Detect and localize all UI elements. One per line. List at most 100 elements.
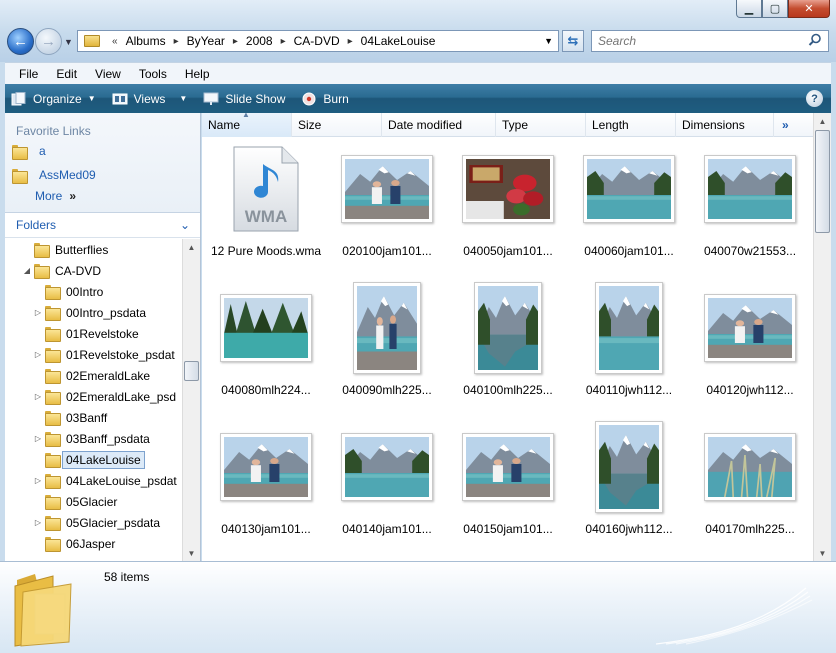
breadcrumb-segment[interactable]: ByYear xyxy=(185,34,227,48)
favorite-link-assmed09[interactable]: AssMed09 xyxy=(5,164,200,186)
breadcrumb-segment[interactable]: 04LakeLouise xyxy=(359,34,438,48)
breadcrumb-segment[interactable]: CA-DVD xyxy=(292,34,342,48)
file-list-scrollbar[interactable]: ▲ ▼ xyxy=(813,113,831,561)
folder-tree-item[interactable]: ▷ 00Intro_psdata xyxy=(5,302,183,323)
column-header-size[interactable]: Size xyxy=(292,113,382,137)
scrollbar-thumb[interactable] xyxy=(815,130,830,233)
folder-tree-item[interactable]: ▷ 01Revelstoke_psdat xyxy=(5,344,183,365)
file-item[interactable]: 040070w21553... xyxy=(690,139,810,278)
file-item[interactable]: 040050jam101... xyxy=(448,139,568,278)
collapsed-triangle-icon[interactable]: ▷ xyxy=(32,434,44,443)
menu-help[interactable]: Help xyxy=(176,67,219,81)
collapsed-triangle-icon[interactable]: ▷ xyxy=(32,350,44,359)
file-name: 040060jam101... xyxy=(584,244,674,258)
scroll-up-icon[interactable]: ▲ xyxy=(814,113,831,129)
file-item[interactable]: 020100jam101... xyxy=(327,139,447,278)
scroll-up-icon[interactable]: ▲ xyxy=(183,239,200,255)
folder-tree-item[interactable]: 05Glacier xyxy=(5,491,183,512)
photo-image xyxy=(708,298,792,358)
folder-tree-item[interactable]: ◢ CA-DVD xyxy=(5,260,183,281)
file-item[interactable]: 040060jam101... xyxy=(569,139,689,278)
column-header-date-modified[interactable]: Date modified xyxy=(382,113,496,137)
address-dropdown[interactable]: ▼ xyxy=(544,36,553,46)
scrollbar-thumb[interactable] xyxy=(184,361,199,381)
breadcrumb-separator-icon[interactable]: ▸ xyxy=(168,36,185,47)
photo-thumbnail xyxy=(462,433,554,501)
folder-icon xyxy=(44,431,61,447)
file-item[interactable]: 040170mlh225... xyxy=(690,417,810,556)
forward-button[interactable]: → xyxy=(35,28,62,55)
breadcrumb-separator-icon[interactable]: ▸ xyxy=(275,36,292,47)
favorite-link-a[interactable]: a xyxy=(5,140,200,162)
menu-file[interactable]: File xyxy=(10,67,47,81)
minimize-button[interactable]: ▁ xyxy=(736,0,762,18)
refresh-button[interactable]: ⇆ xyxy=(562,30,584,52)
slideshow-button[interactable]: Slide Show xyxy=(203,92,285,106)
file-item[interactable]: 040130jam101... xyxy=(206,417,326,556)
file-item[interactable]: 040150jam101... xyxy=(448,417,568,556)
collapsed-triangle-icon[interactable]: ▷ xyxy=(32,392,44,401)
favorite-links: Favorite Links a AssMed09 More » xyxy=(5,113,200,213)
folder-tree-item[interactable]: ▷ 04LakeLouise_psdat xyxy=(5,470,183,491)
file-item[interactable]: 040090mlh225... xyxy=(327,278,447,417)
more-columns-button[interactable]: » xyxy=(774,113,798,137)
folders-header[interactable]: Folders ⌄ xyxy=(5,213,200,238)
folder-tree-item[interactable]: ▷ 03Banff_psdata xyxy=(5,428,183,449)
column-header-dimensions[interactable]: Dimensions xyxy=(676,113,774,137)
wma-audio-file-icon: WMA xyxy=(233,146,299,232)
collapsed-triangle-icon[interactable]: ▷ xyxy=(32,308,44,317)
file-item[interactable]: 040120jwh112... xyxy=(690,278,810,417)
folder-tree-item[interactable]: ▷ 02EmeraldLake_psd xyxy=(5,386,183,407)
maximize-button[interactable]: ▢ xyxy=(762,0,788,18)
folder-tree-scrollbar[interactable]: ▲ ▼ xyxy=(182,239,200,561)
scroll-down-icon[interactable]: ▼ xyxy=(183,545,200,561)
scroll-down-icon[interactable]: ▼ xyxy=(814,545,831,561)
folder-tree-item[interactable]: Butterflies xyxy=(5,239,183,260)
column-header-name[interactable]: Name ▲ xyxy=(202,113,292,137)
photo-thumbnail xyxy=(220,294,312,362)
folder-tree-item[interactable]: 04LakeLouise xyxy=(5,449,183,470)
folder-tree-item[interactable]: 00Intro xyxy=(5,281,183,302)
file-item[interactable]: 040080mlh224... xyxy=(206,278,326,417)
recent-pages-dropdown[interactable]: ▼ xyxy=(64,37,73,47)
organize-button[interactable]: Organize ▼ xyxy=(11,91,96,106)
folder-icon xyxy=(84,35,100,47)
menu-tools[interactable]: Tools xyxy=(130,67,176,81)
column-header-type[interactable]: Type xyxy=(496,113,586,137)
file-item[interactable]: 040110jwh112... xyxy=(569,278,689,417)
breadcrumb-segment[interactable]: Albums xyxy=(124,34,168,48)
file-item[interactable]: 040100mlh225... xyxy=(448,278,568,417)
column-header-length[interactable]: Length xyxy=(586,113,676,137)
back-button[interactable]: ← xyxy=(7,28,34,55)
search-input[interactable] xyxy=(592,31,792,51)
item-count: 58 items xyxy=(104,570,150,584)
folder-tree-item[interactable]: ▷ 05Glacier_psdata xyxy=(5,512,183,533)
more-favorites-link[interactable]: More » xyxy=(5,186,200,206)
close-button[interactable]: ✕ xyxy=(788,0,830,18)
folder-tree-item[interactable]: 02EmeraldLake xyxy=(5,365,183,386)
expanded-triangle-icon[interactable]: ◢ xyxy=(21,266,33,275)
file-item[interactable]: WMA 12 Pure Moods.wma xyxy=(206,139,326,278)
burn-button[interactable]: Burn xyxy=(301,92,349,106)
help-icon[interactable]: ? xyxy=(806,90,823,107)
search-icon[interactable] xyxy=(808,33,822,47)
menu-view[interactable]: View xyxy=(86,67,130,81)
photo-image xyxy=(708,159,792,219)
folder-tree-item[interactable]: 01Revelstoke xyxy=(5,323,183,344)
address-bar[interactable]: « Albums ▸ ByYear ▸ 2008 ▸ CA-DVD ▸ 04LakeLouise… xyxy=(77,30,559,52)
breadcrumb-separator-icon[interactable]: ▸ xyxy=(227,36,244,47)
breadcrumb-overflow[interactable]: « xyxy=(106,36,124,47)
search-box[interactable] xyxy=(591,30,829,52)
breadcrumb-separator-icon[interactable]: ▸ xyxy=(342,36,359,47)
thumbnail-area xyxy=(329,417,445,517)
file-item[interactable]: 040140jam101... xyxy=(327,417,447,556)
collapsed-triangle-icon[interactable]: ▷ xyxy=(32,476,44,485)
file-item[interactable]: 040160jwh112... xyxy=(569,417,689,556)
views-button[interactable]: Views ▼ xyxy=(112,92,187,106)
breadcrumb-segment[interactable]: 2008 xyxy=(244,34,275,48)
double-chevron-icon: » xyxy=(69,189,77,203)
menu-edit[interactable]: Edit xyxy=(47,67,86,81)
collapsed-triangle-icon[interactable]: ▷ xyxy=(32,518,44,527)
folder-tree-item[interactable]: 06Jasper xyxy=(5,533,183,554)
folder-tree-item[interactable]: 03Banff xyxy=(5,407,183,428)
